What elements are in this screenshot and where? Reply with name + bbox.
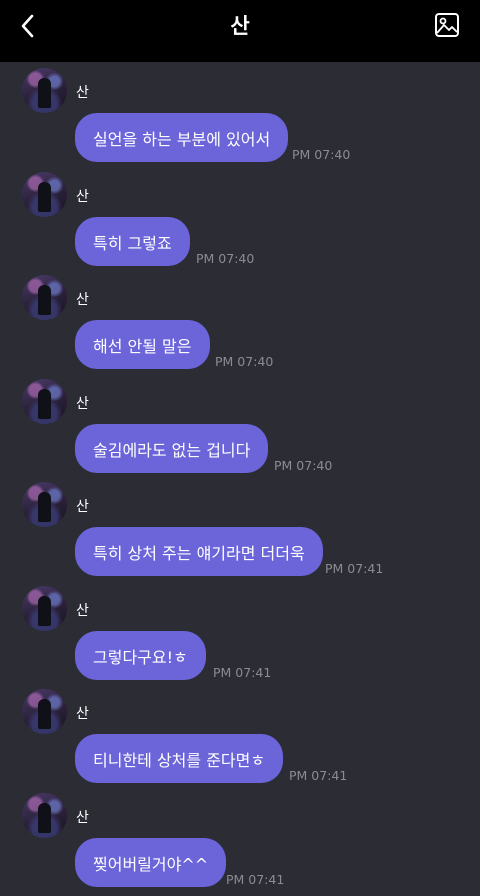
message-row: 산 찢어버릴거야^^ PM 07:41 bbox=[0, 787, 480, 891]
message-row: 산 해선 안될 말은 PM 07:40 bbox=[0, 269, 480, 373]
message-bubble[interactable]: 실언을 하는 부분에 있어서 bbox=[75, 113, 289, 162]
gallery-button[interactable] bbox=[430, 8, 464, 42]
avatar[interactable] bbox=[22, 172, 67, 217]
avatar[interactable] bbox=[22, 586, 67, 631]
message-time: PM 07:40 bbox=[274, 458, 333, 473]
message-time: PM 07:41 bbox=[213, 665, 272, 680]
message-time: PM 07:41 bbox=[289, 768, 348, 783]
message-row: 산 그렇다구요!ㅎ PM 07:41 bbox=[0, 580, 480, 684]
message-bubble[interactable]: 그렇다구요!ㅎ bbox=[75, 631, 206, 680]
image-gallery-icon bbox=[435, 13, 459, 37]
chat-title: 산 bbox=[230, 14, 250, 38]
message-bubble[interactable]: 술김에라도 없는 겁니다 bbox=[75, 424, 269, 473]
avatar[interactable] bbox=[22, 68, 67, 113]
message-bubble[interactable]: 찢어버릴거야^^ bbox=[75, 838, 227, 887]
sender-name: 산 bbox=[76, 810, 89, 826]
avatar[interactable] bbox=[22, 275, 67, 320]
sender-name: 산 bbox=[76, 396, 89, 412]
message-time: PM 07:40 bbox=[196, 251, 255, 266]
message-row: 산 실언을 하는 부분에 있어서 PM 07:40 bbox=[0, 62, 480, 166]
sender-name: 산 bbox=[76, 499, 89, 515]
avatar[interactable] bbox=[22, 379, 67, 424]
message-time: PM 07:41 bbox=[226, 872, 285, 887]
message-bubble[interactable]: 해선 안될 말은 bbox=[75, 320, 210, 369]
message-time: PM 07:40 bbox=[292, 147, 351, 162]
message-bubble[interactable]: 특히 상처 주는 얘기라면 더더욱 bbox=[75, 527, 323, 576]
sender-name: 산 bbox=[76, 189, 89, 205]
sender-name: 산 bbox=[76, 292, 89, 308]
avatar[interactable] bbox=[22, 793, 67, 838]
message-row: 산 티니한테 상처를 준다면ㅎ PM 07:41 bbox=[0, 683, 480, 787]
avatar[interactable] bbox=[22, 482, 67, 527]
avatar[interactable] bbox=[22, 689, 67, 734]
message-list[interactable]: 산 실언을 하는 부분에 있어서 PM 07:40 산 특히 그렇죠 PM 07… bbox=[0, 62, 480, 896]
message-time: PM 07:40 bbox=[215, 354, 274, 369]
message-row: 산 특히 그렇죠 PM 07:40 bbox=[0, 166, 480, 270]
sender-name: 산 bbox=[76, 85, 89, 101]
message-bubble[interactable]: 티니한테 상처를 준다면ㅎ bbox=[75, 734, 284, 783]
sender-name: 산 bbox=[76, 603, 89, 619]
chat-header: 산 bbox=[0, 0, 480, 62]
message-bubble[interactable]: 특히 그렇죠 bbox=[75, 217, 190, 266]
message-row: 산 특히 상처 주는 얘기라면 더더욱 PM 07:41 bbox=[0, 476, 480, 580]
sender-name: 산 bbox=[76, 706, 89, 722]
message-time: PM 07:41 bbox=[325, 561, 384, 576]
message-row: 산 술김에라도 없는 겁니다 PM 07:40 bbox=[0, 373, 480, 477]
